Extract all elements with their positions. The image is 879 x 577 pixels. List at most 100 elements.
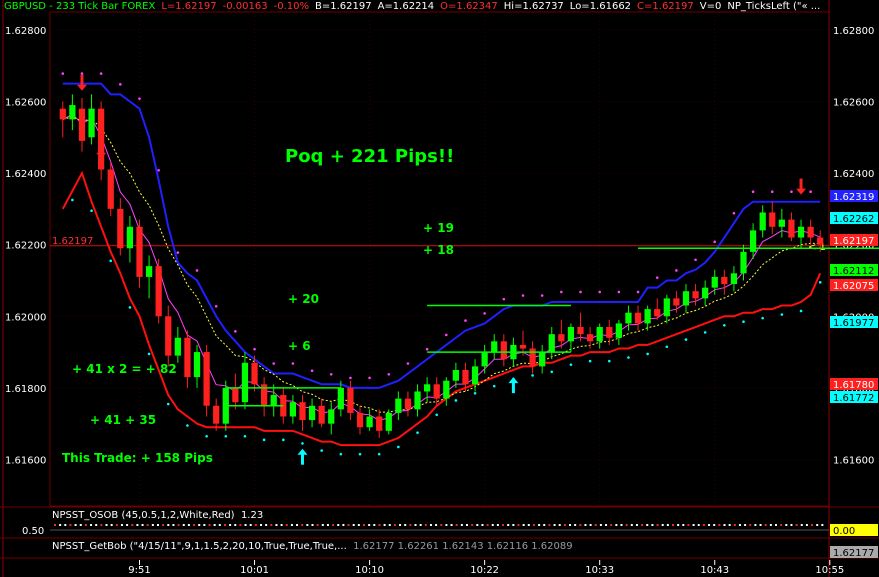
down-candle [721, 269, 728, 295]
osob-dot [486, 524, 489, 526]
down-candle [634, 305, 642, 331]
osob-dot [131, 524, 134, 526]
y-tick-label-left: 1.62200 [5, 241, 46, 252]
up-candle [596, 323, 603, 349]
osob-value-box-text: 0.00 [833, 526, 855, 537]
osob-dot [677, 524, 680, 526]
osob-dot [223, 524, 226, 526]
osob-dot [64, 524, 67, 526]
support-dot [301, 442, 304, 445]
x-tick-label: 10:10 [355, 565, 384, 576]
osob-dot [599, 524, 602, 526]
resistance-dot [579, 290, 582, 294]
price-box: 1.62262 [830, 212, 878, 225]
resistance-dot [809, 190, 812, 194]
x-tick-label: 10:43 [700, 565, 729, 576]
support-dot [243, 434, 247, 438]
candle-body [232, 387, 239, 403]
osob-dot [301, 524, 304, 526]
support-dot [397, 445, 400, 449]
sell-arrow-icon [796, 178, 807, 195]
down-candle [356, 405, 364, 435]
candle-body [376, 416, 383, 431]
osob-dot [357, 524, 360, 526]
candle-body [778, 219, 785, 227]
y-tick-label-left: 1.62800 [5, 26, 46, 37]
osob-dot [538, 524, 541, 526]
candle-body [213, 405, 220, 424]
candle-body [596, 327, 603, 342]
support-dot [90, 209, 93, 213]
arrow-head [96, 152, 107, 159]
osob-dot [651, 524, 654, 526]
support-dot [742, 320, 745, 323]
osob-dot [321, 524, 324, 526]
support-dot [377, 452, 381, 456]
y-tick-label-left: 1.62000 [5, 312, 46, 323]
up-candle [615, 319, 622, 345]
osob-indicator-label: NPSST_OSOB (45,0.5,1,2,White,Red) 1.23 [52, 510, 263, 521]
resistance-dot [675, 269, 678, 272]
osob-dot [409, 524, 412, 526]
support-dot [186, 424, 189, 427]
candle-body [165, 316, 172, 356]
candle-body [69, 105, 76, 120]
osob-dot [151, 524, 154, 526]
x-tick-label: 10:22 [470, 565, 499, 576]
osob-dot [635, 524, 638, 526]
price-box-value: 1.62075 [833, 281, 874, 292]
osob-dot [213, 524, 216, 526]
resistance-dot [195, 269, 199, 272]
price-box: 1.61772 [830, 391, 878, 404]
support-dot [435, 413, 439, 417]
y-tick-label-left: 1.61600 [5, 455, 46, 466]
last-price-tag: 1.62197 [52, 236, 93, 247]
support-dot [147, 352, 151, 356]
candle-body [117, 208, 124, 249]
osob-dot [610, 524, 613, 526]
arrow-head [76, 84, 87, 91]
support-dot [569, 363, 573, 366]
arrow-head [508, 377, 519, 384]
up-candle [548, 327, 555, 360]
up-candle [491, 334, 498, 360]
down-candle [769, 201, 776, 234]
y-tick-label-right: 1.62400 [833, 169, 874, 180]
price-box-value: 1.62262 [833, 214, 874, 225]
osob-dot [136, 524, 139, 526]
candle-body [126, 226, 134, 249]
osob-dot [620, 524, 623, 526]
change-pct-label: -0.10% [273, 1, 309, 12]
osob-dot [821, 524, 824, 526]
price-box: 1.62319 [830, 190, 878, 203]
annotation-times-two: + 41 x 2 = + 82 [72, 362, 177, 376]
getbob-value-box-text: 1.62177 [833, 548, 874, 559]
price-box-value: 1.61977 [833, 318, 874, 329]
up-candle [740, 244, 747, 281]
osob-dot [744, 524, 747, 526]
osob-dot [563, 524, 566, 526]
candle-body [500, 341, 507, 360]
up-candle [395, 391, 402, 421]
down-candle [136, 219, 143, 288]
getbob-values: 1.62177 1.62261 1.62143 1.62116 1.62089 [353, 541, 573, 552]
down-candle [165, 305, 172, 367]
support-dot [166, 402, 170, 406]
osob-dot [419, 524, 422, 526]
resistance-dot [214, 304, 218, 308]
up-candle [328, 402, 335, 435]
osob-dot [759, 524, 762, 526]
candle-body [251, 362, 258, 385]
support-dot [339, 452, 343, 456]
resistance-dot [406, 362, 410, 365]
resistance-dot [636, 290, 640, 294]
osob-dot [682, 524, 685, 526]
osob-dot [548, 524, 551, 526]
candle-body [692, 291, 699, 299]
candle-body [817, 237, 824, 245]
support-dot [780, 313, 784, 316]
arrow-head [297, 448, 308, 455]
candle-body [797, 226, 805, 238]
candle-body [59, 108, 66, 120]
down-candle [184, 330, 191, 388]
